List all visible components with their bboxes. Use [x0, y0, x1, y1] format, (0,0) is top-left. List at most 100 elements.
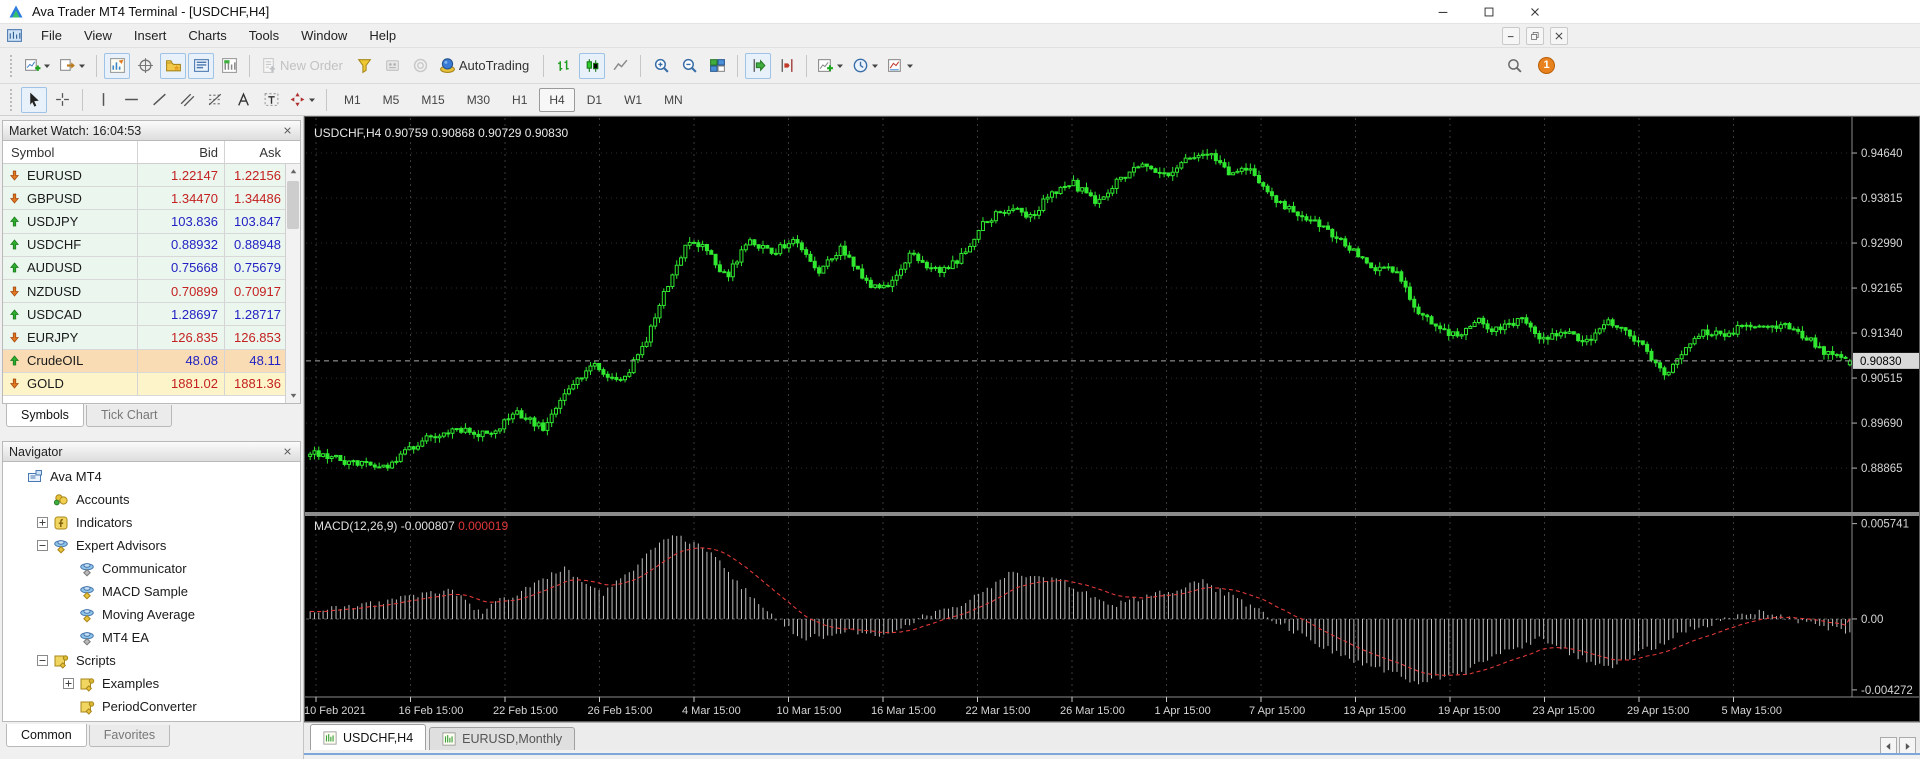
expander-spacer[interactable]: [63, 632, 74, 643]
navigator-header[interactable]: Navigator: [2, 441, 301, 462]
menu-item-charts[interactable]: Charts: [177, 25, 237, 46]
menu-item-tools[interactable]: Tools: [238, 25, 290, 46]
toolbar-grip[interactable]: [10, 54, 14, 77]
timeframe-m5[interactable]: M5: [373, 88, 410, 112]
tree-item-periodconverter[interactable]: PeriodConverter: [3, 695, 300, 718]
data-window-button[interactable]: [132, 53, 158, 79]
chart-restore-button[interactable]: [1526, 27, 1544, 45]
horizontal-line-button[interactable]: [118, 87, 144, 113]
menu-item-window[interactable]: Window: [290, 25, 358, 46]
mql5-market-button[interactable]: [408, 53, 434, 79]
market-watch-row[interactable]: EURJPY 126.835 126.853: [3, 326, 300, 350]
scroll-up-icon[interactable]: [286, 164, 300, 179]
bar-chart-button[interactable]: [551, 53, 577, 79]
text-button[interactable]: [230, 87, 256, 113]
tree-item-examples[interactable]: Examples: [3, 672, 300, 695]
expander-spacer[interactable]: [63, 701, 74, 712]
column-bid[interactable]: Bid: [138, 141, 225, 163]
tab-common[interactable]: Common: [6, 724, 87, 747]
column-symbol[interactable]: Symbol: [3, 141, 138, 163]
expander-spacer[interactable]: [63, 609, 74, 620]
periods-dropdown-caret[interactable]: [871, 62, 879, 70]
tree-item-indicators[interactable]: Indicators: [3, 511, 300, 534]
chart-minimize-button[interactable]: [1502, 27, 1520, 45]
candlestick-chart-button[interactable]: [579, 52, 606, 79]
collapse-icon[interactable]: [37, 655, 48, 666]
navigator-button[interactable]: [160, 52, 186, 79]
timeframe-mn[interactable]: MN: [654, 88, 693, 112]
notifications-badge[interactable]: 1: [1538, 56, 1555, 74]
text-label-button[interactable]: [258, 87, 284, 113]
market-watch-row[interactable]: GOLD 1881.02 1881.36: [3, 372, 300, 396]
collapse-icon[interactable]: [37, 540, 48, 551]
tree-item-scripts[interactable]: Scripts: [3, 649, 300, 672]
metaeditor-button[interactable]: [352, 53, 378, 79]
templates-button[interactable]: [884, 53, 917, 79]
navigator-close-icon[interactable]: [280, 445, 294, 459]
expander-spacer[interactable]: [37, 494, 48, 505]
equidistant-channel-button[interactable]: [174, 87, 200, 113]
experts-button[interactable]: [380, 53, 406, 79]
tree-item-mt4-ea[interactable]: MT4 EA: [3, 626, 300, 649]
market-watch-header[interactable]: Market Watch: 16:04:53: [2, 120, 301, 141]
menu-item-help[interactable]: Help: [358, 25, 407, 46]
trendline-button[interactable]: [146, 87, 172, 113]
chart-shift-button[interactable]: [773, 53, 799, 79]
auto-scroll-button[interactable]: [745, 52, 772, 79]
market-watch-button[interactable]: [104, 52, 130, 79]
expand-icon[interactable]: [37, 517, 48, 528]
expander-spacer[interactable]: [63, 563, 74, 574]
tree-item-expert-advisors[interactable]: Expert Advisors: [3, 534, 300, 557]
market-watch-row[interactable]: USDJPY 103.836 103.847: [3, 210, 300, 234]
market-watch-row[interactable]: GBPUSD 1.34470 1.34486: [3, 187, 300, 211]
zoom-out-button[interactable]: [676, 53, 702, 79]
scrollbar-thumb[interactable]: [287, 181, 299, 229]
menu-item-view[interactable]: View: [73, 25, 123, 46]
menu-item-insert[interactable]: Insert: [123, 25, 178, 46]
strategy-tester-button[interactable]: [216, 53, 242, 79]
arrows-dropdown-caret[interactable]: [308, 96, 316, 104]
terminal-button[interactable]: [188, 52, 214, 79]
tab-tick-chart[interactable]: Tick Chart: [85, 405, 173, 427]
vertical-line-button[interactable]: [90, 87, 116, 113]
arrows-button[interactable]: [286, 87, 319, 113]
market-watch-row[interactable]: AUDUSD 0.75668 0.75679: [3, 256, 300, 280]
market-watch-scrollbar[interactable]: [285, 164, 300, 403]
line-chart-button[interactable]: [607, 53, 633, 79]
cursor-button[interactable]: [21, 86, 47, 113]
timeframe-m15[interactable]: M15: [411, 88, 454, 112]
zoom-in-button[interactable]: [648, 53, 674, 79]
window-maximize-button[interactable]: [1466, 0, 1512, 24]
market-watch-row[interactable]: CrudeOIL 48.08 48.11: [3, 349, 300, 373]
timeframe-m30[interactable]: M30: [457, 88, 500, 112]
toolbar-grip[interactable]: [10, 88, 14, 111]
menu-item-file[interactable]: File: [30, 25, 73, 46]
pane-splitter[interactable]: [304, 512, 1920, 516]
tree-item-communicator[interactable]: Communicator: [3, 557, 300, 580]
window-close-button[interactable]: [1512, 0, 1558, 24]
open-profiles-dropdown-caret[interactable]: [78, 62, 86, 70]
indicators-list-button[interactable]: [814, 53, 847, 79]
tile-windows-button[interactable]: [704, 53, 730, 79]
new-chart-dropdown-caret[interactable]: [43, 62, 51, 70]
fibonacci-button[interactable]: [202, 87, 228, 113]
scrollbar-track[interactable]: [286, 179, 300, 388]
timeframe-w1[interactable]: W1: [614, 88, 652, 112]
templates-dropdown-caret[interactable]: [906, 62, 914, 70]
market-watch-column-header[interactable]: Symbol Bid Ask: [3, 141, 300, 164]
periods-button[interactable]: [849, 53, 882, 79]
window-minimize-button[interactable]: [1420, 0, 1466, 24]
column-ask[interactable]: Ask: [225, 141, 285, 163]
tab-symbols[interactable]: Symbols: [6, 404, 84, 427]
tree-item-accounts[interactable]: Accounts: [3, 488, 300, 511]
timeframe-h1[interactable]: H1: [502, 88, 537, 112]
new-order-button[interactable]: New Order: [257, 53, 350, 79]
timeframe-h4[interactable]: H4: [539, 87, 575, 112]
tree-item-moving-average[interactable]: Moving Average: [3, 603, 300, 626]
indicators-list-dropdown-caret[interactable]: [836, 62, 844, 70]
search-button[interactable]: [1501, 52, 1527, 78]
chart-canvas[interactable]: 0.90830 0.94640 0.93815 0.92990 0.92165 0.913…: [304, 116, 1920, 722]
market-watch-row[interactable]: EURUSD 1.22147 1.22156: [3, 164, 300, 188]
scroll-down-icon[interactable]: [286, 388, 300, 403]
tree-item-macd-sample[interactable]: MACD Sample: [3, 580, 300, 603]
